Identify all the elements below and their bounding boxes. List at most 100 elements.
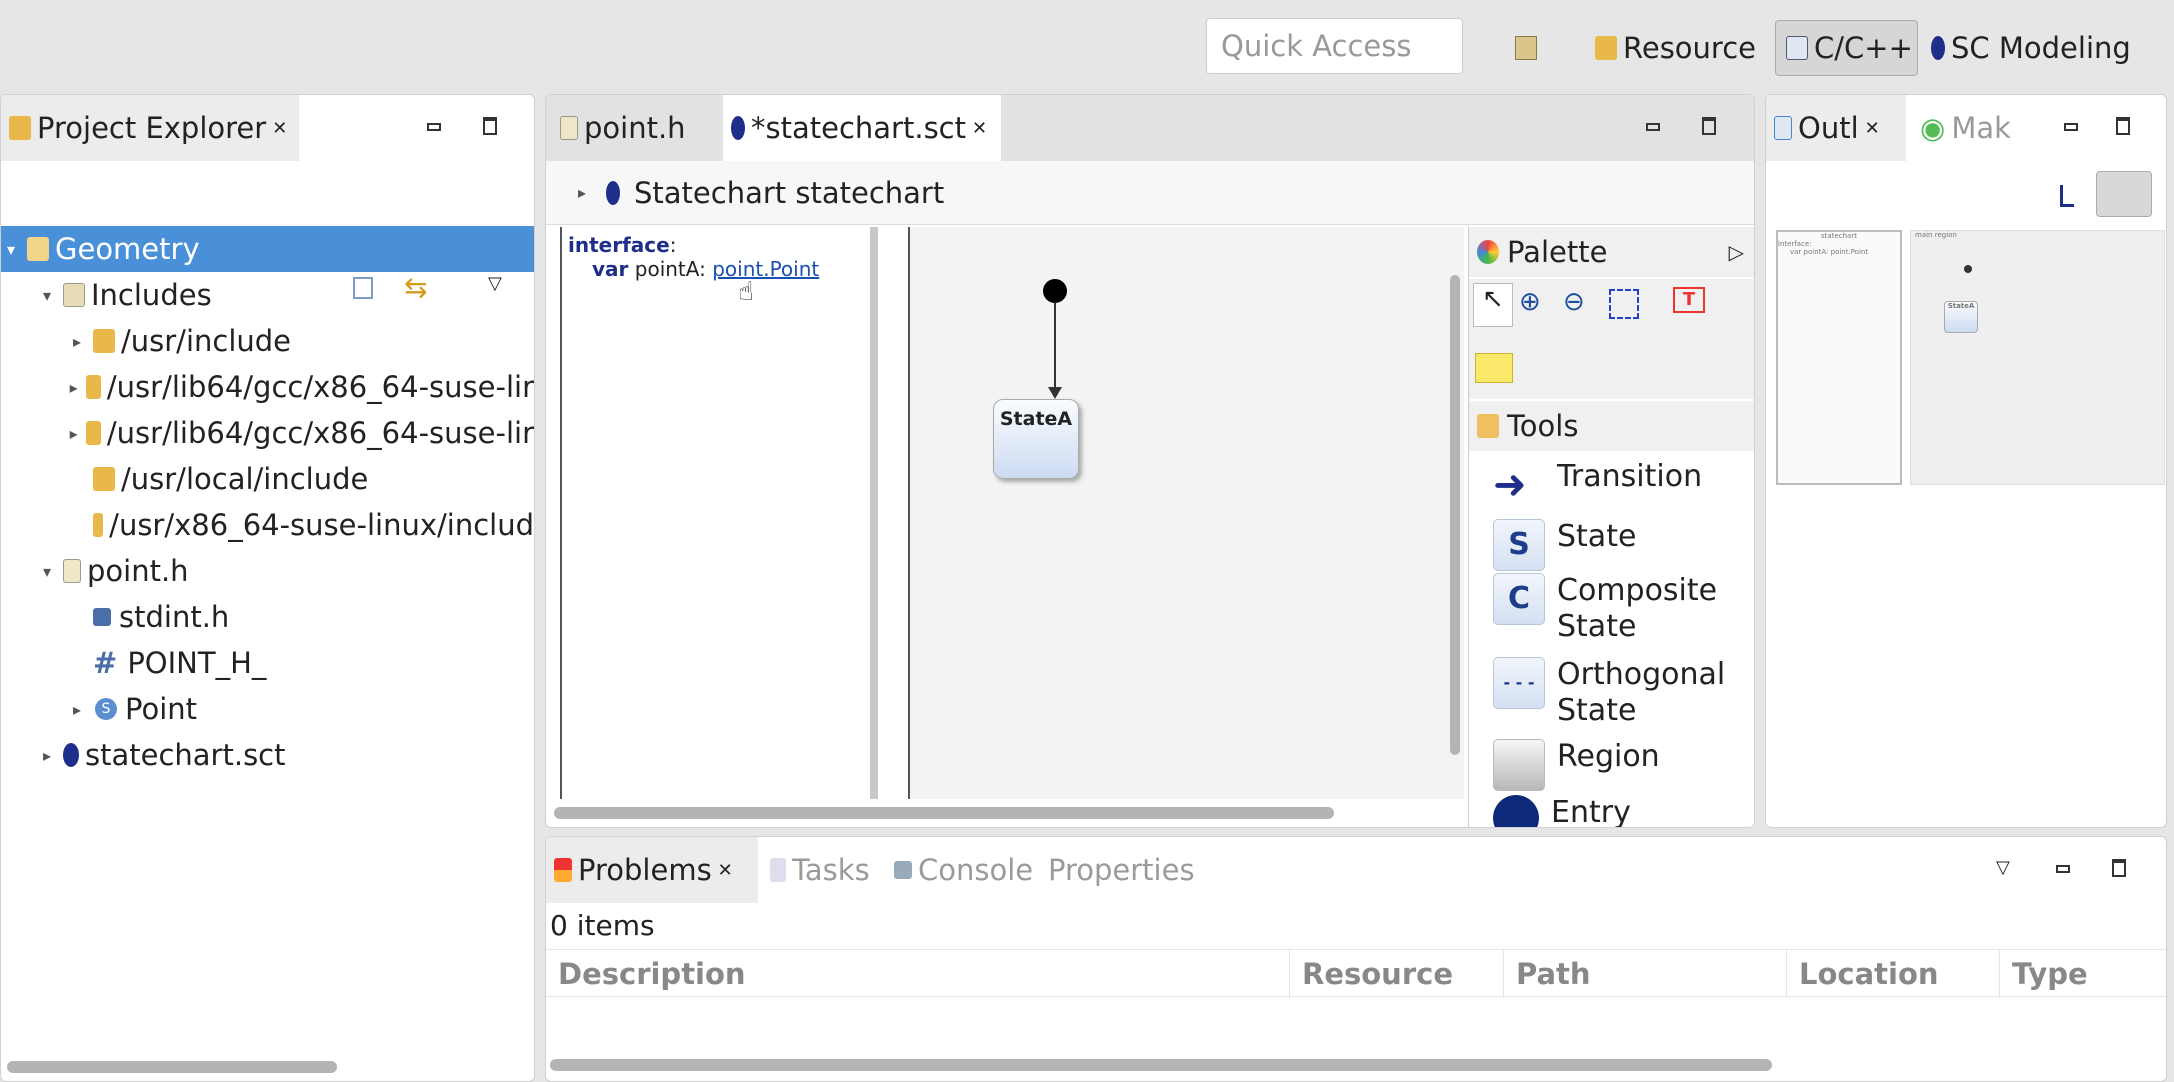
tab-properties[interactable]: Properties [1040,837,1203,903]
minimize-button[interactable] [427,123,441,131]
zoom-in-icon[interactable]: ⊕ [1519,287,1541,317]
perspective-sc-modeling[interactable]: SC Modeling [1931,22,2131,74]
resource-icon [1595,36,1617,60]
palette-label: Orthogonal State [1557,657,1726,728]
maximize-button[interactable] [2116,117,2130,135]
tree-item-include-path[interactable]: ▸/usr/lib64/gcc/x86_64-suse-lir [1,364,534,410]
tree-item-point-h[interactable]: ▾ point.h [1,548,534,594]
include-folder-icon [93,513,104,537]
maximize-button[interactable] [1702,117,1716,135]
tab-problems[interactable]: Problems ✕ [546,837,758,903]
include-folder-icon [86,375,101,399]
maximize-button[interactable] [483,117,497,135]
tab-point-h[interactable]: point.h [552,95,694,161]
macro-icon: # [93,646,118,680]
horizontal-scrollbar[interactable] [550,1059,1772,1071]
tree-label: Geometry [55,232,200,266]
tab-console[interactable]: Console [886,837,1041,903]
tab-make[interactable]: ◉ Mak [1912,95,2019,161]
tree-item-point-struct[interactable]: ▸ S Point [1,686,534,732]
hand-cursor-icon: ☝ [738,277,754,307]
tree-item-include-path[interactable]: ▸/usr/include [1,318,534,364]
palette-entry[interactable]: Entry [1493,795,1631,827]
palette-region[interactable]: Region [1493,739,1660,791]
tree-label: /usr/lib64/gcc/x86_64-suse-lir [106,416,534,450]
tab-label: Mak [1951,111,2011,145]
palette-toolbar: ↖ ⊕ ⊖ T [1469,279,1754,399]
perspective-cpp[interactable]: C/C++ [1775,20,1918,76]
tab-tasks[interactable]: Tasks [762,837,878,903]
view-menu-icon[interactable]: ▽ [1996,857,2010,878]
tab-label: Properties [1048,853,1195,887]
vertical-scrollbar[interactable] [1450,275,1460,755]
tree-item-statechart[interactable]: ▸ statechart.sct [1,732,534,778]
definition-section[interactable]: interface: var pointA: point.Point ☝ [560,227,878,799]
column-location[interactable]: Location [1787,950,2000,998]
minimize-button[interactable] [2056,865,2070,873]
tree-item-geometry[interactable]: ▾ Geometry [1,226,534,272]
tab-label: Tasks [792,853,870,887]
composite-state-icon: C [1493,573,1545,625]
project-tree: ▾ Geometry ▾ Includes ▸/usr/include ▸/usr/… [1,226,534,1081]
tree-view-icon[interactable] [2060,185,2074,207]
palette-composite-state[interactable]: C Composite State [1493,573,1717,645]
type-link[interactable]: point.Point [712,257,819,281]
perspective-resource[interactable]: Resource [1595,22,1756,74]
note-icon[interactable] [1475,353,1513,383]
problems-icon [554,858,572,882]
column-resource[interactable]: Resource [1290,950,1504,998]
tab-outline[interactable]: Outl ✕ [1766,95,1906,161]
tree-item-stdint[interactable]: stdint.h [1,594,534,640]
close-icon[interactable]: ✕ [1865,118,1880,139]
tree-item-macro[interactable]: # POINT_H_ [1,640,534,686]
problems-table-header: Description Resource Path Location Type [546,949,2166,998]
quick-access-input[interactable]: Quick Access [1206,18,1463,74]
close-icon[interactable]: ✕ [972,118,987,139]
include-icon [93,608,111,626]
marquee-tool-icon[interactable] [1609,289,1639,319]
header-file-icon [560,116,578,140]
close-icon[interactable]: ✕ [718,860,733,881]
tree-item-include-path[interactable]: /usr/x86_64-suse-linux/includ [1,502,534,548]
tools-drawer-header[interactable]: Tools [1469,401,1754,451]
breadcrumb-label: Statechart statechart [634,175,945,210]
horizontal-scrollbar[interactable] [554,807,1334,819]
diagram-canvas[interactable]: StateA [908,227,1464,799]
tree-item-include-path[interactable]: /usr/local/include [1,456,534,502]
column-path[interactable]: Path [1504,950,1787,998]
column-description[interactable]: Description [546,950,1290,998]
overview-toggle-button[interactable] [2096,171,2152,217]
struct-icon: S [95,698,117,720]
statechart-icon [1931,36,1945,60]
tree-label: /usr/local/include [121,462,369,496]
maximize-button[interactable] [2112,859,2126,877]
select-tool-icon[interactable]: ↖ [1473,283,1513,327]
tree-label: stdint.h [119,600,230,634]
palette-orthogonal-state[interactable]: - - - Orthogonal State [1493,657,1726,729]
tree-item-includes[interactable]: ▾ Includes [1,272,534,318]
breadcrumb[interactable]: ▸ Statechart statechart [546,161,1754,225]
column-type[interactable]: Type [2000,950,2166,998]
note-attachment-icon[interactable]: T [1673,287,1705,313]
tab-project-explorer[interactable]: Project Explorer ✕ [1,95,299,161]
palette-header[interactable]: Palette ▷ [1469,227,1754,277]
minimize-button[interactable] [1646,123,1660,131]
palette-transition[interactable]: ➜ Transition [1493,459,1702,505]
minimize-button[interactable] [2064,123,2078,131]
palette-state[interactable]: S State [1493,519,1636,571]
zoom-out-icon[interactable]: ⊖ [1563,287,1585,317]
cpp-icon [1786,36,1808,60]
outline-thumbnail[interactable]: statechart interface: var pointA: point.… [1776,230,2165,485]
horizontal-scrollbar[interactable] [7,1061,337,1073]
initial-state[interactable] [1043,279,1067,303]
tree-item-include-path[interactable]: ▸/usr/lib64/gcc/x86_64-suse-lir [1,410,534,456]
transition-line[interactable] [1054,303,1056,393]
state-stateA[interactable]: StateA [993,399,1079,479]
includes-icon [63,283,85,307]
open-perspective-icon[interactable] [1515,36,1537,60]
chevron-right-icon[interactable]: ▸ [572,183,592,202]
close-icon[interactable]: ✕ [272,118,287,139]
tab-statechart-sct[interactable]: *statechart.sct ✕ [723,95,1001,161]
arrow-head-icon [1048,387,1062,399]
collapse-palette-icon[interactable]: ▷ [1729,240,1744,264]
